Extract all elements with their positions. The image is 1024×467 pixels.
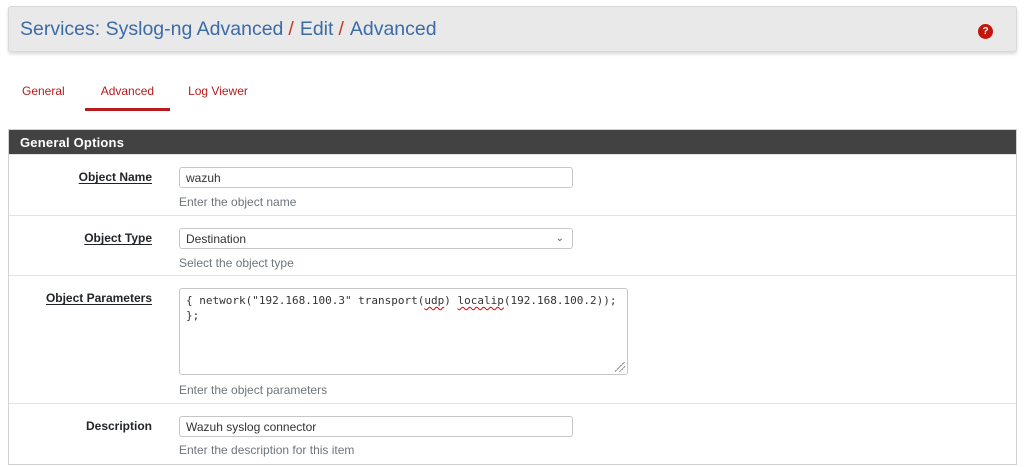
- tab-general[interactable]: General: [8, 71, 79, 111]
- object-type-selected: Destination: [186, 231, 247, 246]
- panel-title: General Options: [9, 130, 1016, 154]
- object-type-select[interactable]: Destination ⌄: [179, 228, 573, 249]
- param-text: (192.168.100.2));: [503, 294, 617, 307]
- tab-bar: General Advanced Log Viewer: [8, 71, 262, 111]
- description-value: Wazuh syslog connector: [186, 419, 317, 434]
- object-type-help: Select the object type: [179, 256, 294, 270]
- breadcrumb: Services: Syslog-ng Advanced / Edit / Ad…: [20, 18, 437, 41]
- help-glyph: ?: [982, 26, 989, 37]
- description-input[interactable]: Wazuh syslog connector: [179, 416, 573, 437]
- param-text: { network("192.168.100.3" transport(: [186, 294, 425, 307]
- object-type-row: Object Type Destination ⌄ Select the obj…: [9, 215, 1016, 275]
- breadcrumb-edit[interactable]: Edit: [300, 18, 334, 41]
- object-parameters-textarea[interactable]: { network("192.168.100.3" transport(udp)…: [179, 288, 628, 375]
- tab-advanced[interactable]: Advanced: [84, 71, 171, 111]
- object-name-help: Enter the object name: [179, 195, 297, 209]
- param-text-udp: udp: [424, 294, 445, 307]
- object-parameters-help: Enter the object parameters: [179, 383, 328, 397]
- chevron-down-icon: ⌄: [555, 233, 564, 244]
- tab-log-viewer[interactable]: Log Viewer: [174, 71, 262, 111]
- object-parameters-label: Object Parameters: [45, 291, 152, 305]
- param-text-localip: localip: [457, 294, 504, 307]
- object-name-input[interactable]: wazuh: [179, 167, 573, 188]
- param-text: ): [444, 294, 458, 307]
- breadcrumb-services[interactable]: Services: Syslog-ng Advanced: [20, 18, 283, 41]
- description-help: Enter the description for this item: [179, 443, 355, 457]
- question-circle-icon[interactable]: ?: [978, 24, 993, 39]
- object-name-value: wazuh: [186, 170, 221, 185]
- object-type-label: Object Type: [84, 231, 152, 245]
- description-row: Description Wazuh syslog connector Enter…: [9, 403, 1016, 465]
- object-name-row: Object Name wazuh Enter the object name: [9, 154, 1016, 215]
- object-name-label: Object Name: [78, 170, 152, 184]
- general-options-panel: General Options Object Name wazuh Enter …: [8, 129, 1017, 465]
- breadcrumb-separator: /: [338, 17, 344, 40]
- breadcrumb-advanced[interactable]: Advanced: [350, 18, 437, 41]
- tab-label: Log Viewer: [188, 84, 248, 98]
- tab-label: Advanced: [100, 84, 155, 98]
- object-parameters-row: Object Parameters { network("192.168.100…: [9, 275, 1016, 403]
- tab-label: General: [22, 84, 65, 98]
- resize-handle-icon[interactable]: [615, 362, 625, 372]
- page-header: Services: Syslog-ng Advanced / Edit / Ad…: [8, 6, 1017, 52]
- param-text-line2: };: [186, 309, 200, 322]
- description-label: Description: [85, 419, 152, 433]
- breadcrumb-separator: /: [288, 17, 294, 40]
- page: Services: Syslog-ng Advanced / Edit / Ad…: [0, 0, 1024, 467]
